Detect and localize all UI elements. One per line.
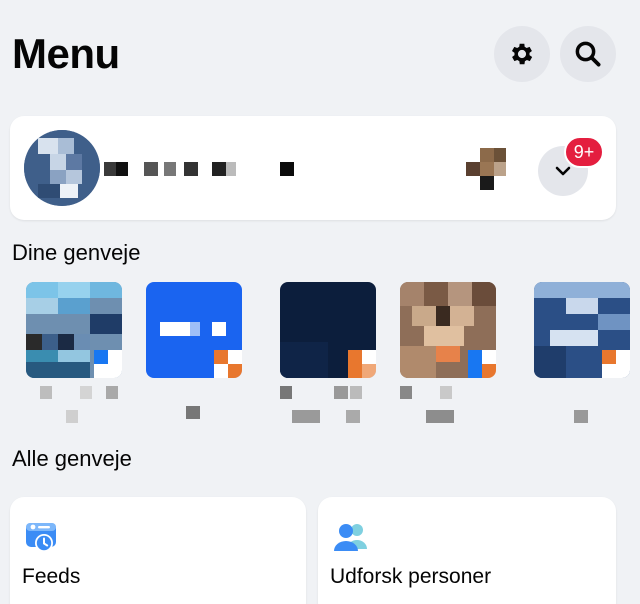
shortcut-image (26, 282, 122, 378)
feeds-label: Feeds (22, 565, 81, 588)
profile-card[interactable]: 9+ (10, 116, 616, 220)
section-all-shortcuts: Alle genveje (12, 446, 132, 471)
shortcut-label (26, 386, 126, 436)
shortcut-label (400, 386, 500, 436)
shortcut-1[interactable] (26, 282, 126, 436)
page-title: Menu (12, 30, 120, 77)
shortcut-3[interactable] (280, 282, 380, 436)
shortcut-label (534, 386, 634, 436)
feeds-icon (26, 523, 56, 552)
shortcut-label (280, 386, 380, 436)
people-icon (334, 524, 367, 551)
avatar[interactable] (24, 130, 100, 206)
explore-people-card[interactable]: Udforsk personer (318, 497, 616, 604)
settings-button[interactable] (494, 26, 550, 82)
profile-flag (466, 148, 506, 190)
shortcut-label (146, 386, 246, 436)
tile-badge (468, 350, 496, 378)
explore-people-label: Udforsk personer (330, 565, 492, 588)
tile-badge (94, 350, 122, 378)
notification-badge: 9+ (564, 136, 604, 168)
shortcut-2[interactable] (146, 282, 246, 436)
shortcut-5[interactable] (534, 282, 634, 436)
shortcut-4[interactable] (400, 282, 500, 436)
search-icon (575, 41, 601, 67)
gear-icon (511, 43, 533, 65)
search-button[interactable] (560, 26, 616, 82)
tile-badge (214, 350, 242, 378)
shortcut-image (400, 282, 496, 378)
tile-badge (348, 350, 376, 378)
shortcut-image (280, 282, 376, 378)
shortcut-image (146, 282, 242, 378)
section-your-shortcuts: Dine genveje (12, 240, 141, 265)
feeds-card[interactable]: Feeds (10, 497, 306, 604)
tile-badge (602, 350, 630, 378)
shortcut-image (534, 282, 630, 378)
